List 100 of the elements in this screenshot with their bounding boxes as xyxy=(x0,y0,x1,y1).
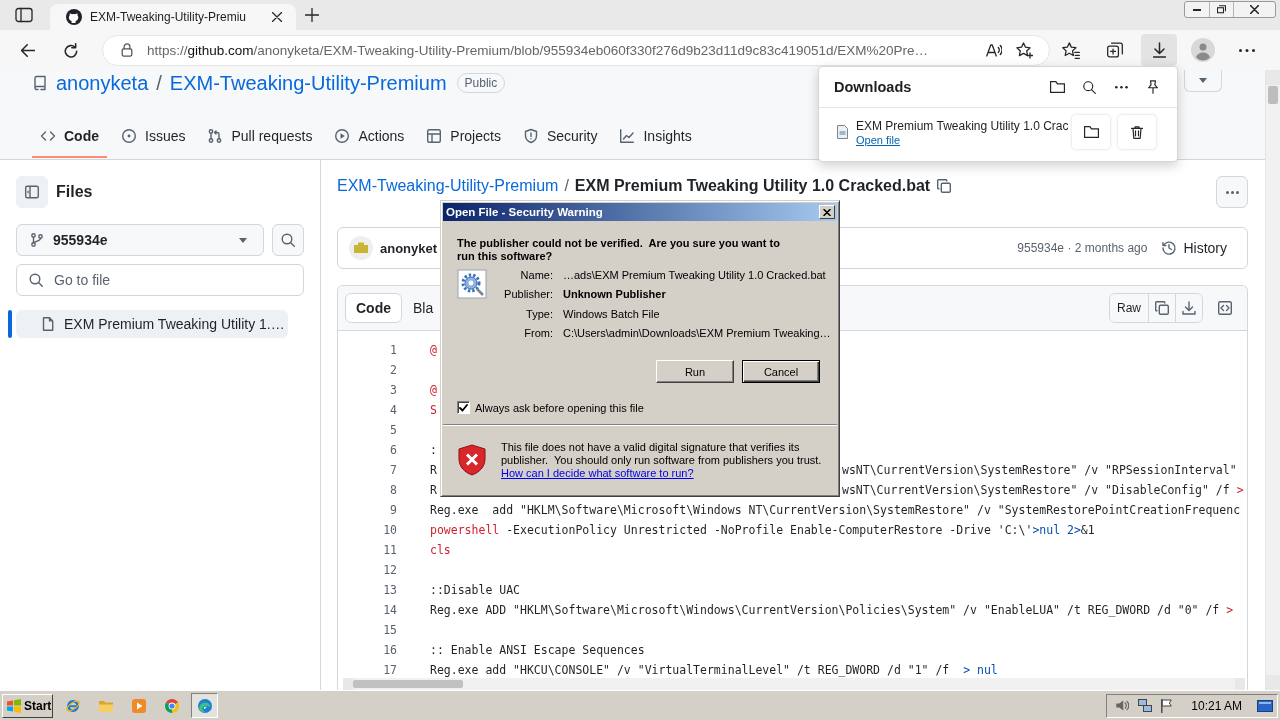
path-separator: / xyxy=(156,71,162,95)
pin-icon xyxy=(1148,80,1158,94)
tricolor-ring-icon xyxy=(163,697,180,714)
search-icon xyxy=(28,272,44,288)
code-text: R xyxy=(430,483,437,497)
repo-tab[interactable]: Actions xyxy=(326,116,413,158)
pull-request-icon xyxy=(207,128,224,144)
issue-circle-icon xyxy=(121,128,137,144)
minimize-icon xyxy=(1193,8,1201,11)
line-number: 14 xyxy=(382,603,397,617)
delete-button[interactable] xyxy=(1118,115,1156,149)
line-number: 10 xyxy=(382,523,397,537)
collections-icon xyxy=(1107,42,1123,58)
help-link[interactable]: How can I decide what software to run? xyxy=(501,467,694,480)
history-clock-icon xyxy=(1161,240,1178,256)
desktop-icon[interactable] xyxy=(1257,699,1273,712)
commit-author: anonyket xyxy=(380,240,438,256)
taskbar-clock: 10:21 AM xyxy=(1191,698,1242,713)
star-plus-icon xyxy=(1015,41,1033,59)
download-icon xyxy=(1181,300,1197,316)
view-tab[interactable]: Code xyxy=(345,293,402,323)
dialog-title: Open File - Security Warning xyxy=(446,206,603,218)
start-button[interactable]: Start xyxy=(2,693,53,718)
close-icon xyxy=(1250,5,1259,14)
path-separator: / xyxy=(563,176,570,196)
code-text: @ xyxy=(430,383,437,397)
more-dots-icon xyxy=(1239,48,1255,52)
caret-icon xyxy=(239,237,247,243)
checkbox[interactable] xyxy=(457,401,470,414)
shield-icon xyxy=(522,128,539,144)
breadcrumb-link[interactable]: EXM-Tweaking-Utility-Premium xyxy=(337,176,559,196)
code-brackets-icon xyxy=(1217,300,1233,316)
reload-icon xyxy=(64,42,78,58)
read-aloud-icon xyxy=(986,43,1002,57)
code-text: Reg.exe add "HKLM\Software\Microsoft\Windows NT\CurrentVersion\SystemRestore" /v "SystemRestorePointCreationFrequenc xyxy=(430,503,1241,517)
owner-link[interactable]: anonyketa xyxy=(56,71,149,95)
search-button[interactable] xyxy=(272,224,304,256)
repo-tab[interactable]: Code xyxy=(32,116,107,158)
network-icon[interactable] xyxy=(1138,699,1153,712)
field-value: Windows Batch File xyxy=(563,307,660,320)
swirl-icon xyxy=(196,697,213,714)
folder-icon xyxy=(1083,126,1099,138)
commit-meta: 955934e · 2 months ago xyxy=(1017,241,1148,255)
branch-selector[interactable]: 955934e xyxy=(16,224,264,256)
avatar-icon xyxy=(349,236,373,260)
tab-title: EXM-Tweaking-Utility-Premiu xyxy=(90,10,248,24)
vertical-scrollbar[interactable] xyxy=(1265,70,1280,690)
horizontal-scrollbar[interactable] xyxy=(343,678,1245,690)
tabs-icon xyxy=(15,7,33,23)
trash-icon xyxy=(1131,125,1143,139)
field-label: Publisher: xyxy=(504,288,553,301)
address-bar[interactable]: https://github.com/anonyketa/EXM-Tweaking-Utility-Premium/blob/955934eb060f330f276d9b23d11d9c83c419051d/EXM%20Pre… xyxy=(102,34,1050,66)
browser-tab[interactable]: EXM-Tweaking-Utility-Premiu xyxy=(50,4,296,30)
repo-name-link[interactable]: EXM-Tweaking-Utility-Premium xyxy=(169,71,447,95)
open-file-link[interactable]: Open file xyxy=(856,133,901,146)
copy-icon xyxy=(936,178,953,194)
copy-icon xyxy=(1154,300,1170,316)
field-value: Unknown Publisher xyxy=(563,288,666,301)
download-button[interactable] xyxy=(1175,294,1202,322)
files-heading: Files xyxy=(56,183,93,201)
code-text: Reg.exe ADD "HKLM\Software\Microsoft\Windows\CurrentVersion\Policies\System" /v "EnableLUA" /t REG_DWORD /d "0" /f > xyxy=(430,603,1234,617)
downloads-button[interactable] xyxy=(1141,34,1177,66)
history-button[interactable]: History xyxy=(1157,236,1231,260)
dialog-button[interactable]: Run xyxy=(656,360,734,383)
line-number: 13 xyxy=(382,583,397,597)
repo-tab[interactable]: Pull requests xyxy=(199,116,321,158)
dialog-button[interactable]: Cancel xyxy=(742,360,820,383)
dropdown-button[interactable] xyxy=(1184,70,1222,92)
repo-tab[interactable]: Projects xyxy=(418,116,509,158)
code-text: : xyxy=(430,443,437,457)
close-icon xyxy=(272,12,282,22)
speaker-icon[interactable] xyxy=(1115,700,1130,711)
repo-tab[interactable]: Issues xyxy=(113,116,194,158)
close-icon xyxy=(823,208,831,216)
line-number: 9 xyxy=(389,503,397,517)
repo-tab[interactable]: Insights xyxy=(611,116,700,158)
view-tab[interactable]: Bla xyxy=(402,293,445,323)
code-text: ::Disable UAC xyxy=(430,583,520,597)
line-number: 16 xyxy=(382,643,397,657)
download-icon xyxy=(1152,42,1166,58)
code-text: Reg.exe add "HKCU\CONSOLE" /v "VirtualTerminalLevel" /t REG_DWORD /d "1" /f > nul xyxy=(430,663,998,677)
field-value: C:\Users\admin\Downloads\EXM Premium Tweaking… xyxy=(563,327,831,340)
graph-icon xyxy=(619,128,636,144)
collapse-panel-button[interactable] xyxy=(16,176,48,208)
flag-icon[interactable] xyxy=(1161,698,1173,713)
dialog-question: The publisher could not be verified. Are you sure you want to run this software? xyxy=(457,237,781,263)
more-dots-icon xyxy=(1225,190,1239,194)
repo-tab[interactable]: Security xyxy=(514,116,606,158)
code-text: wsNT\CurrentVersion\SystemRestore" /v "DisableConfig" /f > xyxy=(842,483,1244,497)
show-in-folder-button[interactable] xyxy=(1072,115,1110,149)
code-text: :: Enable ANSI Escape Sequences xyxy=(430,643,645,657)
taskbar-button[interactable] xyxy=(191,693,218,718)
go-to-file-field[interactable]: Go to file xyxy=(16,264,304,296)
folder-icon xyxy=(1049,81,1065,93)
profile-icon xyxy=(1191,38,1215,62)
lock-icon[interactable] xyxy=(121,43,133,57)
url-text: https://github.com/anonyketa/EXM-Tweaking-Utility-Premium/blob/955934eb060f330f276d9b23d11d9c83c419051d/EXM%20Pre… xyxy=(147,42,929,58)
download-file-name: EXM Premium Tweaking Utility 1.0 Crac xyxy=(856,118,1069,133)
line-number: 15 xyxy=(382,623,397,637)
line-number: 5 xyxy=(389,423,397,437)
